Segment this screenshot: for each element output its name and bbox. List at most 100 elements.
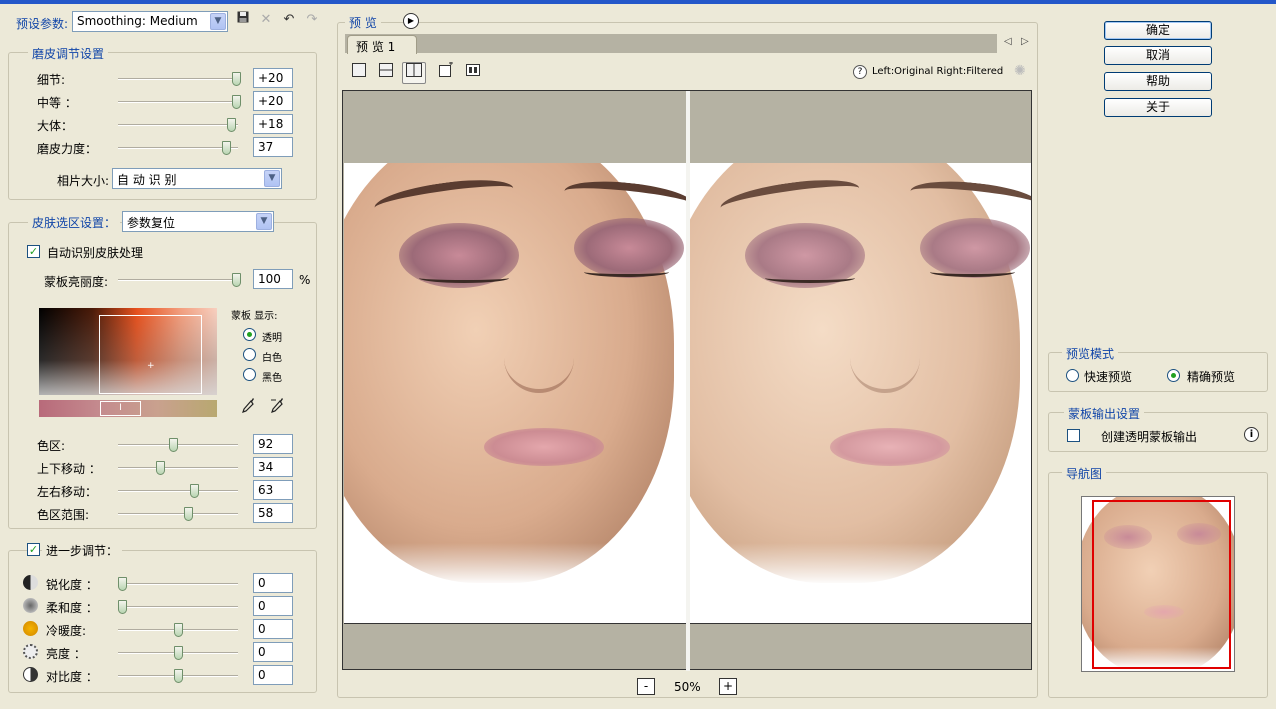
preset-dropdown[interactable]: Smoothing: Medium ▼: [72, 11, 228, 32]
color-zone-input[interactable]: 92: [253, 434, 293, 454]
medium-input[interactable]: +20: [253, 91, 293, 111]
mask-brightness-slider[interactable]: [118, 273, 241, 287]
color-range-input[interactable]: 58: [253, 503, 293, 523]
mask-option-radio[interactable]: [243, 328, 256, 341]
contrast-input[interactable]: 0: [253, 665, 293, 685]
mask-option-radio[interactable]: [243, 348, 256, 361]
info-icon[interactable]: i: [1244, 427, 1259, 442]
smooth-strength-input[interactable]: 37: [253, 137, 293, 157]
about-button[interactable]: 关于: [1104, 98, 1212, 117]
horizontal-shift-label: 左右移动：: [37, 485, 98, 499]
mask-option-radio[interactable]: [243, 368, 256, 381]
brightness-icon: [23, 644, 38, 659]
auto-skin-checkbox[interactable]: ✓: [27, 245, 40, 258]
contrast-slider[interactable]: [118, 669, 238, 683]
warmth-slider[interactable]: [118, 623, 238, 637]
eyedropper-minus-icon[interactable]: [267, 397, 287, 417]
preview-settings-icon[interactable]: [463, 62, 483, 82]
detail-slider[interactable]: [118, 72, 241, 86]
vertical-shift-slider[interactable]: [118, 461, 238, 475]
slider-thumb[interactable]: [174, 669, 183, 683]
zoom-out-button[interactable]: -: [637, 678, 655, 695]
further-checkbox[interactable]: ✓: [27, 543, 40, 556]
slider-thumb[interactable]: [117, 577, 127, 591]
zoom-in-button[interactable]: +: [719, 678, 737, 695]
color-range-box[interactable]: [99, 315, 202, 394]
large-slider[interactable]: [118, 118, 238, 132]
large-input[interactable]: +18: [253, 114, 293, 134]
split-vertical-icon[interactable]: [402, 62, 426, 84]
hue-range-box[interactable]: I: [100, 401, 141, 416]
tab-preview-1[interactable]: 预 览 1: [347, 35, 417, 54]
vertical-shift-input[interactable]: 34: [253, 457, 293, 477]
slider-thumb[interactable]: [231, 72, 241, 86]
slider-thumb[interactable]: [174, 646, 183, 660]
chevron-down-icon: ▼: [210, 13, 226, 30]
softness-slider[interactable]: [117, 600, 238, 614]
redo-icon[interactable]: ↷: [302, 11, 322, 31]
ok-button[interactable]: 确定: [1104, 21, 1212, 40]
mask-option-label: 黑色: [262, 373, 282, 384]
horizontal-shift-slider[interactable]: [118, 484, 238, 498]
preview-menu-icon[interactable]: ▶: [403, 13, 419, 29]
zoom-level: 50%: [674, 680, 701, 694]
single-view-icon[interactable]: [349, 63, 369, 83]
navigator-view-frame[interactable]: [1092, 500, 1231, 669]
color-crosshair: +: [147, 361, 155, 371]
cancel-button[interactable]: 取消: [1104, 46, 1212, 65]
create-mask-checkbox[interactable]: [1067, 429, 1080, 442]
original-image: [344, 163, 686, 593]
detail-input[interactable]: +20: [253, 68, 293, 88]
slider-thumb[interactable]: [222, 141, 231, 155]
mask-option-label: 透明: [262, 333, 282, 344]
preview-canvas[interactable]: [342, 90, 1032, 671]
medium-label: 中等 ：: [37, 96, 77, 110]
horizontal-shift-input[interactable]: 63: [253, 480, 293, 500]
navigator-thumbnail[interactable]: [1081, 496, 1235, 672]
slider-thumb[interactable]: [117, 600, 127, 614]
slider-thumb[interactable]: [174, 623, 183, 637]
sharpness-input[interactable]: 0: [253, 573, 293, 593]
slider-thumb[interactable]: [231, 95, 241, 109]
precise-preview-radio[interactable]: [1167, 369, 1180, 382]
slider-thumb[interactable]: [231, 273, 241, 287]
brightness-slider[interactable]: [118, 646, 238, 660]
warmth-input[interactable]: 0: [253, 619, 293, 639]
brightness-input[interactable]: 0: [253, 642, 293, 662]
skin-color-picker[interactable]: +: [39, 308, 217, 395]
window-title-strip: [0, 0, 1276, 4]
navigator-legend: 导航图: [1062, 465, 1107, 482]
tab-next-icon[interactable]: ▷: [1021, 36, 1029, 47]
slider-thumb[interactable]: [189, 484, 199, 498]
photo-size-dropdown[interactable]: 自 动 识 别 ▼: [112, 168, 282, 189]
sharpness-slider[interactable]: [117, 577, 238, 591]
skin-preset-dropdown[interactable]: 参数复位 ▼: [122, 211, 274, 232]
slider-thumb[interactable]: [156, 461, 165, 475]
save-preset-icon[interactable]: [233, 11, 253, 31]
hue-strip[interactable]: I: [39, 400, 217, 417]
help-icon[interactable]: ?: [853, 65, 867, 79]
tab-prev-icon[interactable]: ◁: [1004, 36, 1012, 47]
mask-brightness-input[interactable]: 100: [253, 269, 293, 289]
tab-label: 预 览 1: [356, 40, 396, 54]
fast-preview-radio[interactable]: [1066, 369, 1079, 382]
delete-preset-icon[interactable]: ✕: [256, 11, 276, 31]
skin-legend: 皮肤选区设置：: [28, 214, 121, 231]
medium-slider[interactable]: [118, 95, 241, 109]
smooth-strength-slider[interactable]: [118, 141, 238, 155]
chevron-down-icon: ▼: [264, 170, 280, 187]
softness-input[interactable]: 0: [253, 596, 293, 616]
color-zone-slider[interactable]: [118, 438, 238, 452]
photo-size-value: 自 动 识 别: [117, 173, 177, 187]
slider-thumb[interactable]: [169, 438, 179, 452]
split-horizontal-icon[interactable]: [376, 63, 396, 83]
large-label: 大体：: [37, 119, 74, 133]
new-preview-icon[interactable]: [436, 61, 456, 82]
undo-icon[interactable]: ↶: [279, 11, 299, 31]
eyedropper-icon[interactable]: [238, 397, 258, 417]
color-range-slider[interactable]: [118, 507, 238, 521]
slider-thumb[interactable]: [226, 118, 236, 132]
help-button[interactable]: 帮助: [1104, 72, 1212, 91]
slider-thumb[interactable]: [183, 507, 193, 521]
smoothing-legend: 磨皮调节设置: [28, 45, 109, 62]
